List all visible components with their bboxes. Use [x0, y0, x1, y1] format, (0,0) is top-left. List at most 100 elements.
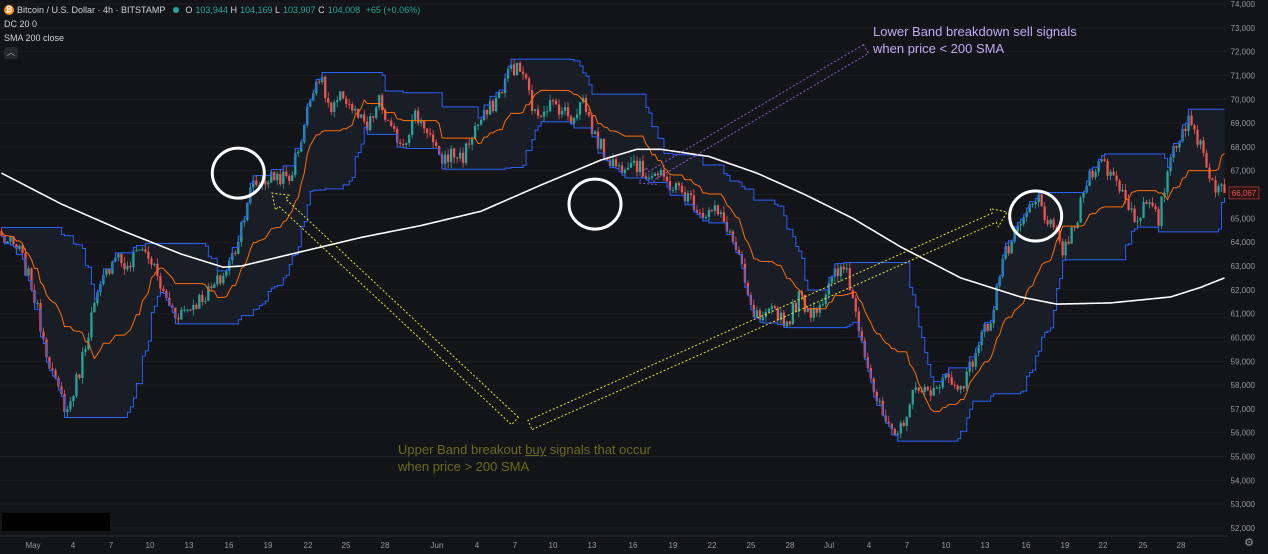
candle-body	[348, 103, 351, 105]
candle-body	[1040, 194, 1043, 207]
buy-arrow-left	[271, 192, 520, 426]
candle-body	[333, 102, 336, 113]
donchian-fill-area	[1, 59, 1225, 442]
price-tick-label: 74,000	[1231, 0, 1256, 9]
candle-body	[429, 133, 432, 135]
price-tick-label: 68,000	[1231, 143, 1256, 152]
symbol-title[interactable]: Bitcoin / U.S. Dollar · 4h · BITSTAMP	[17, 3, 165, 17]
candle-body	[408, 135, 411, 144]
candle-body	[1196, 129, 1199, 145]
candle-body	[839, 266, 842, 277]
candle	[387, 119, 390, 121]
candle	[1040, 192, 1043, 207]
candle-body	[339, 91, 342, 101]
candle-body	[635, 160, 639, 173]
candle-body	[497, 92, 501, 98]
time-tick-label: 19	[264, 541, 273, 550]
candle-body	[411, 119, 414, 136]
candle-body	[689, 193, 693, 196]
candle-body	[129, 265, 132, 268]
buy-annotation-line-2: when price > 200 SMA	[398, 459, 530, 474]
candle-body	[632, 160, 636, 163]
signal-circle	[567, 177, 623, 231]
candle-body	[455, 157, 459, 159]
candle-body	[387, 119, 390, 121]
settings-gear-icon[interactable]: ⚙	[1244, 536, 1254, 549]
candle-body	[842, 266, 845, 270]
candle-body	[986, 323, 989, 331]
time-tick-label: 25	[747, 541, 756, 550]
candle-body	[650, 176, 654, 178]
candle-body	[467, 143, 471, 145]
signal-circle	[210, 146, 266, 200]
candle-body	[423, 121, 426, 129]
time-tick-label: 25	[1139, 541, 1148, 550]
candle-body	[485, 109, 489, 115]
candle-body	[638, 160, 642, 173]
candle-body	[926, 386, 929, 391]
candle-body	[363, 114, 366, 122]
candle-body	[1121, 189, 1124, 192]
chevron-up-icon[interactable]: ︿	[4, 47, 18, 59]
candle-body	[962, 386, 965, 389]
sell-annotation-line-2: when price < 200 SMA	[873, 41, 1005, 56]
time-tick-label: 4	[475, 541, 480, 550]
candle	[198, 293, 201, 310]
time-tick-label: Jul	[824, 541, 834, 550]
candle-body	[1133, 208, 1136, 222]
candle-body	[1031, 204, 1034, 206]
candle-body	[108, 269, 111, 274]
candle-body	[120, 253, 123, 264]
candle-body	[1124, 189, 1127, 200]
price-tick-label: 54,000	[1231, 476, 1256, 485]
market-status-icon	[173, 7, 180, 13]
candle-body	[213, 284, 216, 289]
candle-body	[1073, 226, 1076, 229]
candle-body	[1034, 202, 1037, 205]
time-tick-label: 10	[942, 541, 951, 550]
candle-body	[1208, 167, 1211, 179]
candle-body	[192, 304, 195, 310]
candle-body	[123, 263, 126, 270]
buy-annotation-text-b: signals that occur	[546, 442, 651, 457]
candle-body	[177, 318, 180, 320]
time-tick-label: 16	[225, 541, 234, 550]
price-tick-label: 52,000	[1231, 524, 1256, 533]
candle-body	[1151, 202, 1154, 207]
candle-body	[162, 288, 165, 291]
price-tick-label: 72,000	[1231, 48, 1256, 57]
indicator-sma[interactable]: SMA 200 close	[4, 31, 420, 45]
candle-body	[186, 309, 189, 311]
candle-body	[189, 309, 192, 311]
time-tick-label: 4	[71, 541, 76, 550]
sell-signal-annotation: Lower Band breakdown sell signals when p…	[873, 23, 1077, 57]
candle-body	[554, 100, 558, 105]
candle-body	[324, 76, 327, 99]
indicator-dc[interactable]: DC 20 0	[4, 17, 420, 31]
candle-body	[1202, 140, 1205, 153]
candle-body	[656, 173, 660, 176]
candle-body	[264, 181, 267, 185]
candle-body	[953, 384, 956, 386]
candle-body	[183, 309, 186, 311]
time-tick-label: 19	[1061, 541, 1070, 550]
candle-body	[785, 321, 788, 327]
candle-body	[159, 276, 162, 289]
candle-body	[452, 148, 456, 158]
candle-body	[461, 152, 465, 163]
time-tick-label: 28	[1177, 541, 1186, 550]
candle-body	[902, 422, 905, 426]
time-axis: May 4 7 10 13 16 19 22 25 28 Jun 4 7 10 13 16 19 22 25 28 Ju…	[0, 535, 1228, 550]
candle-body	[1145, 201, 1148, 204]
time-tick-label: 10	[549, 541, 558, 550]
candle-body	[767, 308, 771, 312]
open-value: 103,944	[195, 5, 228, 15]
candle-body	[542, 111, 546, 117]
candle-body	[662, 169, 666, 177]
price-tick-label: 58,000	[1231, 381, 1256, 390]
price-tick-label: 57,000	[1231, 405, 1256, 414]
time-tick-label: 10	[146, 541, 155, 550]
time-tick-label: 7	[109, 541, 114, 550]
time-tick-label: 28	[381, 541, 390, 550]
candle-body	[279, 173, 282, 185]
